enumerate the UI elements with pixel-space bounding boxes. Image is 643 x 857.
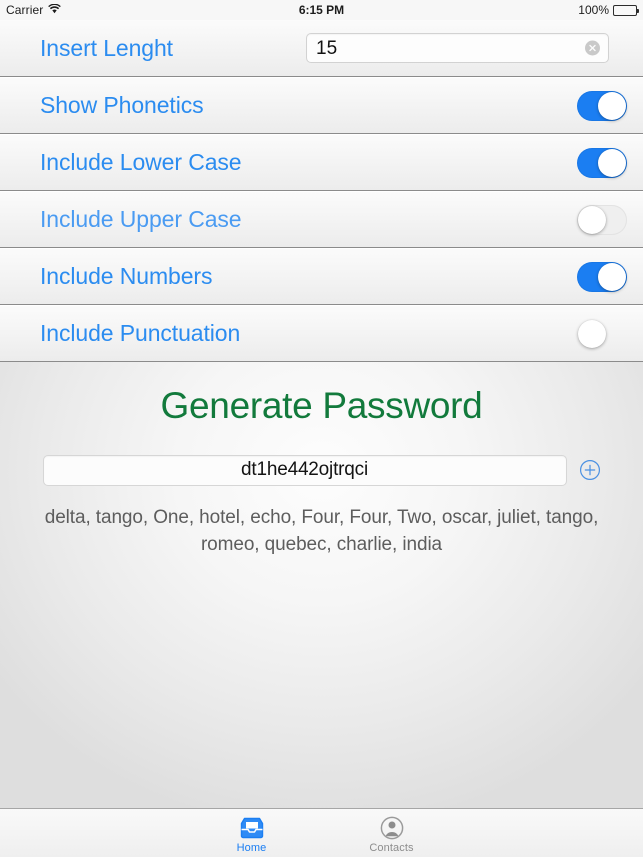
switch-knob <box>598 262 626 291</box>
row-insert-length: Insert Lenght 15 <box>0 20 643 77</box>
switch-knob <box>578 319 606 348</box>
plus-circle-icon[interactable] <box>579 459 601 481</box>
generated-password-value: dt1he442ojtrqci <box>241 459 368 481</box>
tab-bar: Home Contacts <box>0 808 643 857</box>
app-screen: Carrier 6:15 PM 100% Insert Lenght 15 Sh… <box>0 0 643 857</box>
row-include-upper-case[interactable]: Include Upper Case <box>0 191 643 248</box>
length-input-value: 15 <box>316 37 338 59</box>
label-include-upper-case: Include Upper Case <box>40 206 242 232</box>
phonetics-text: delta, tango, One, hotel, echo, Four, Fo… <box>44 506 599 555</box>
status-bar-time: 6:15 PM <box>298 3 345 17</box>
label-insert-length: Insert Lenght <box>40 34 173 61</box>
switch-show-phonetics[interactable] <box>577 90 627 121</box>
row-include-lower-case[interactable]: Include Lower Case <box>0 134 643 191</box>
tab-contacts[interactable]: Contacts <box>346 813 438 854</box>
switch-include-numbers[interactable] <box>577 261 627 292</box>
switch-knob <box>598 91 626 120</box>
label-include-lower-case: Include Lower Case <box>40 149 242 175</box>
status-bar-right: 100% <box>578 3 639 17</box>
person-circle-icon <box>380 815 404 841</box>
switch-include-upper-case[interactable] <box>577 204 627 235</box>
status-bar: Carrier 6:15 PM 100% <box>0 0 643 20</box>
generate-password-button[interactable]: Generate Password <box>0 385 643 427</box>
switch-knob <box>598 148 626 177</box>
tab-contacts-label: Contacts <box>369 841 414 854</box>
wifi-icon <box>48 3 62 17</box>
battery-full-icon <box>613 4 639 16</box>
password-row: dt1he442ojtrqci <box>0 454 643 486</box>
status-bar-left: Carrier <box>6 3 62 17</box>
carrier-label: Carrier <box>6 3 44 17</box>
label-show-phonetics: Show Phonetics <box>40 92 204 118</box>
battery-percent-label: 100% <box>578 3 609 17</box>
tab-home-label: Home <box>236 841 267 854</box>
row-include-numbers[interactable]: Include Numbers <box>0 248 643 305</box>
label-include-punctuation: Include Punctuation <box>40 320 241 346</box>
clear-circle-icon[interactable] <box>585 40 600 56</box>
switch-include-punctuation[interactable] <box>577 319 627 349</box>
length-input[interactable]: 15 <box>306 33 609 63</box>
switch-include-lower-case[interactable] <box>577 147 627 178</box>
row-show-phonetics[interactable]: Show Phonetics <box>0 77 643 134</box>
label-include-numbers: Include Numbers <box>40 263 213 289</box>
settings-list: Insert Lenght 15 Show Phonetics Include … <box>0 20 643 362</box>
row-include-punctuation[interactable]: Include Punctuation <box>0 305 643 362</box>
switch-knob <box>578 205 606 234</box>
tab-home[interactable]: Home <box>206 813 298 854</box>
main-content: Generate Password dt1he442ojtrqci delta,… <box>0 362 643 558</box>
generated-password-field[interactable]: dt1he442ojtrqci <box>42 454 567 486</box>
inbox-tray-icon <box>239 815 265 841</box>
